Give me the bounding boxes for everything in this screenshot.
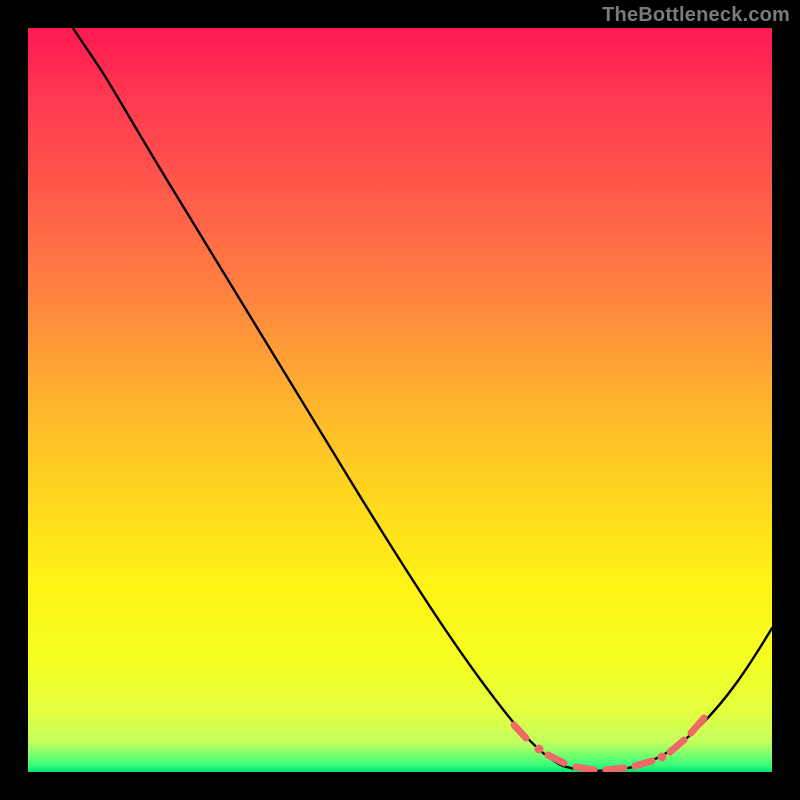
chart-stage: TheBottleneck.com (0, 0, 800, 800)
plot-area (28, 28, 772, 772)
gradient-background (28, 28, 772, 772)
watermark-text: TheBottleneck.com (602, 4, 790, 27)
